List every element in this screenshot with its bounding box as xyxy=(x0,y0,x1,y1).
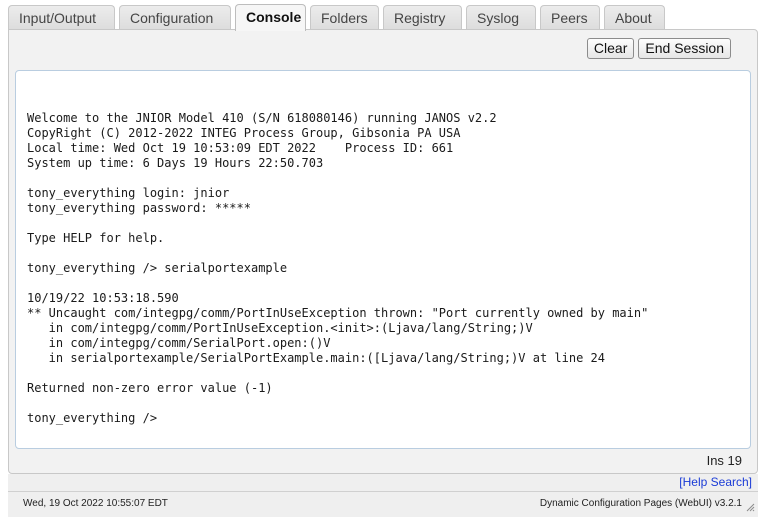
tab-console[interactable]: Console xyxy=(235,4,306,31)
tab-peers[interactable]: Peers xyxy=(540,5,600,30)
footer-version: Dynamic Configuration Pages (WebUI) v3.2… xyxy=(539,498,742,509)
console-toolbar: Clear End Session xyxy=(586,38,731,59)
clear-button[interactable]: Clear xyxy=(586,38,635,59)
tab-configuration[interactable]: Configuration xyxy=(119,5,231,30)
end-session-button[interactable]: End Session xyxy=(638,38,731,59)
help-search-link[interactable]: [Help Search] xyxy=(679,475,752,489)
tab-bar: Input/Output Configuration Console Folde… xyxy=(8,4,759,31)
footer-date: Wed, 19 Oct 2022 10:55:07 EDT xyxy=(23,498,168,509)
console-panel: Clear End Session Welcome to the JNIOR M… xyxy=(8,29,758,474)
help-bar: [Help Search] xyxy=(8,474,758,492)
resize-grip-icon[interactable] xyxy=(746,503,755,512)
console-output[interactable]: Welcome to the JNIOR Model 410 (S/N 6180… xyxy=(15,70,751,449)
tab-input-output[interactable]: Input/Output xyxy=(8,5,115,30)
app-window: Input/Output Configuration Console Folde… xyxy=(0,0,767,517)
insert-mode-status: Ins 19 xyxy=(706,453,742,468)
footer: Wed, 19 Oct 2022 10:55:07 EDT Dynamic Co… xyxy=(8,492,758,517)
console-text: Welcome to the JNIOR Model 410 (S/N 6180… xyxy=(27,111,649,425)
tab-syslog[interactable]: Syslog xyxy=(466,5,536,30)
tab-about[interactable]: About xyxy=(604,5,665,30)
tab-registry[interactable]: Registry xyxy=(383,5,462,30)
tab-folders[interactable]: Folders xyxy=(310,5,379,30)
